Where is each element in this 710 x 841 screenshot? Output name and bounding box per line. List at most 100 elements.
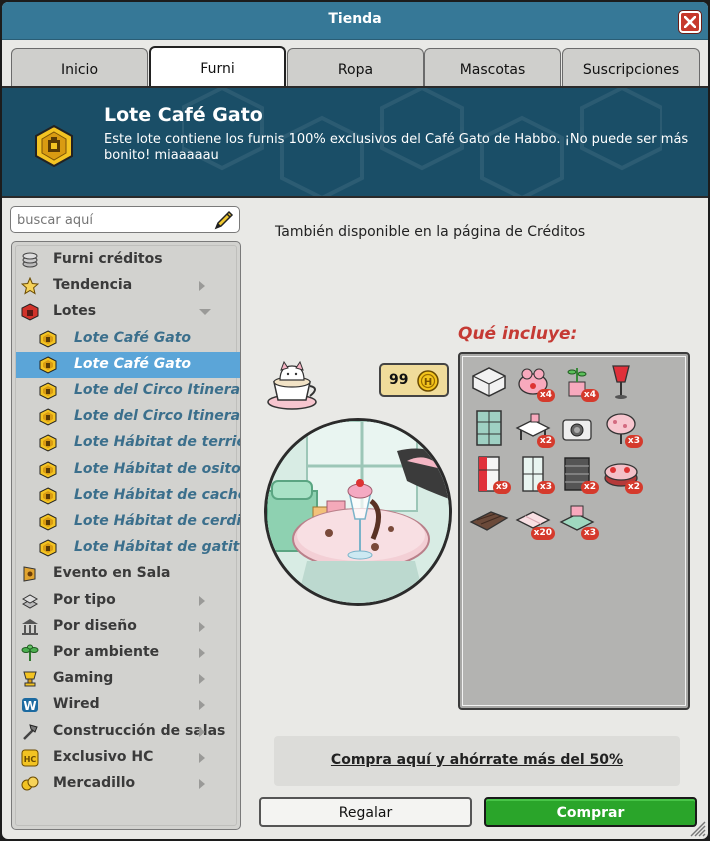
bundle-icon bbox=[39, 434, 57, 452]
tree-item-label: Lote Hábitat de osito pc bbox=[74, 460, 240, 477]
item-count-badge: x3 bbox=[580, 527, 599, 540]
deal-link[interactable]: Compra aquí y ahórrate más del 50% bbox=[274, 752, 680, 768]
category-tree[interactable]: Furni créditos Tendencia Lotes Lote Café Ga… bbox=[11, 241, 241, 830]
tree-item-por-ambiente[interactable]: Por ambiente bbox=[16, 640, 240, 666]
wood-plank-icon bbox=[469, 511, 509, 531]
tab-inicio[interactable]: Inicio bbox=[11, 48, 148, 86]
chevron-right-icon[interactable] bbox=[199, 726, 205, 737]
search-input[interactable] bbox=[17, 211, 197, 229]
resize-grip-icon[interactable] bbox=[686, 817, 706, 837]
tree-item-lote-habitat-de-gatitos[interactable]: Lote Hábitat de gatitos bbox=[16, 535, 240, 561]
included-item[interactable]: x3 bbox=[601, 408, 643, 448]
chevron-right-icon[interactable] bbox=[199, 674, 205, 685]
title-bar[interactable]: Tienda bbox=[2, 2, 708, 40]
bundle-icon bbox=[39, 461, 57, 479]
tree-item-por-tipo[interactable]: Por tipo bbox=[16, 588, 240, 614]
tree-item-lote-del-circo-itinerante[interactable]: Lote del Circo Itinerante bbox=[16, 404, 240, 430]
tree-item-construccion-de-salas[interactable]: Construcción de salas bbox=[16, 719, 240, 745]
tree-item-label: Exclusivo HC bbox=[53, 748, 154, 765]
tree-item-lotes[interactable]: Lotes bbox=[16, 299, 240, 325]
tree-item-lote-habitat-de-cachorr[interactable]: Lote Hábitat de cachorr bbox=[16, 483, 240, 509]
included-items-panel: x4 x4 x2 x3 x9 x3 x2 x2 x20 x3 bbox=[458, 352, 690, 710]
included-item[interactable]: x2 bbox=[513, 408, 555, 448]
included-item[interactable]: x2 bbox=[601, 454, 643, 494]
price-badge: 99 H bbox=[379, 363, 449, 397]
included-item[interactable]: x2 bbox=[557, 454, 599, 494]
search-box[interactable] bbox=[10, 206, 240, 233]
type-icon bbox=[21, 592, 39, 610]
tree-item-lote-habitat-de-cerditos[interactable]: Lote Hábitat de cerditos bbox=[16, 509, 240, 535]
tree-item-label: Construcción de salas bbox=[53, 722, 226, 739]
tree-item-lote-habitat-de-terriers[interactable]: Lote Hábitat de terriers bbox=[16, 430, 240, 456]
tree-item-evento-en-sala[interactable]: Evento en Sala bbox=[16, 561, 240, 587]
tree-item-lote-habitat-de-osito-pc[interactable]: Lote Hábitat de osito pc bbox=[16, 457, 240, 483]
buy-button[interactable]: Comprar bbox=[484, 797, 697, 827]
tree-item-label: Por tipo bbox=[53, 591, 116, 608]
event-icon bbox=[21, 565, 39, 583]
coins-icon bbox=[21, 251, 39, 269]
tab-suscripciones[interactable]: Suscripciones bbox=[562, 48, 700, 86]
item-count-badge: x2 bbox=[624, 481, 643, 494]
tree-item-label: Mercadillo bbox=[53, 775, 136, 791]
included-item[interactable] bbox=[469, 362, 509, 402]
item-count-badge: x4 bbox=[536, 389, 555, 402]
tree-item-label: Lote del Circo Itinerante bbox=[74, 408, 240, 425]
close-button[interactable] bbox=[679, 11, 701, 33]
tree-item-label: Lote Hábitat de terriers bbox=[74, 434, 240, 451]
chevron-right-icon[interactable] bbox=[199, 621, 205, 632]
cat-camera-icon bbox=[562, 419, 592, 441]
item-count-badge: x4 bbox=[580, 389, 599, 402]
item-count-badge: x2 bbox=[580, 481, 599, 494]
chevron-right-icon[interactable] bbox=[199, 779, 205, 789]
tree-item-mercadillo[interactable]: Mercadillo bbox=[16, 771, 240, 797]
page-description: Este lote contiene los furnis 100% exclu… bbox=[104, 132, 689, 163]
included-item[interactable]: x9 bbox=[469, 454, 511, 494]
pencil-icon[interactable] bbox=[213, 209, 235, 231]
tab-mascotas[interactable]: Mascotas bbox=[424, 48, 561, 86]
tab-ropa[interactable]: Ropa bbox=[287, 48, 424, 86]
included-item[interactable] bbox=[469, 500, 509, 540]
included-item[interactable]: x4 bbox=[513, 362, 555, 402]
item-count-badge: x3 bbox=[536, 481, 555, 494]
gift-button[interactable]: Regalar bbox=[259, 797, 472, 827]
tree-item-label: Por diseño bbox=[53, 617, 137, 634]
tree-item-exclusivo-hc[interactable]: HC Exclusivo HC bbox=[16, 745, 240, 771]
bundle-icon bbox=[39, 330, 57, 348]
bundle-icon bbox=[39, 487, 57, 505]
included-item[interactable]: x20 bbox=[513, 500, 555, 540]
chevron-right-icon[interactable] bbox=[199, 281, 205, 292]
tree-item-label: Lote Hábitat de gatitos bbox=[74, 539, 240, 556]
tab-furni[interactable]: Furni bbox=[149, 46, 286, 86]
chevron-right-icon[interactable] bbox=[199, 700, 205, 711]
tree-item-label: Furni créditos bbox=[53, 251, 163, 267]
bundle-icon bbox=[39, 408, 57, 426]
chevron-right-icon[interactable] bbox=[199, 752, 205, 763]
tree-item-wired[interactable]: W Wired bbox=[16, 692, 240, 718]
chevron-right-icon[interactable] bbox=[199, 648, 205, 658]
hc-icon: HC bbox=[21, 749, 39, 767]
tree-item-tendencia[interactable]: Tendencia bbox=[16, 273, 240, 299]
tree-item-gaming[interactable]: Gaming bbox=[16, 666, 240, 692]
tree-item-label: Lote Café Gato bbox=[74, 329, 192, 346]
svg-text:W: W bbox=[23, 699, 36, 713]
tree-item-furni-creditos[interactable]: Furni créditos bbox=[16, 247, 240, 273]
tree-item-lote-del-circo-itinerante[interactable]: Lote del Circo Itinerante bbox=[16, 378, 240, 404]
availability-note: También disponible en la página de Crédi… bbox=[275, 224, 586, 240]
included-item[interactable] bbox=[469, 408, 509, 448]
included-item[interactable]: x4 bbox=[557, 362, 599, 402]
plant-icon bbox=[21, 644, 39, 662]
included-item[interactable]: x3 bbox=[557, 500, 599, 540]
tree-item-lote-cafe-gato[interactable]: Lote Café Gato bbox=[16, 326, 240, 352]
chevron-down-icon[interactable] bbox=[199, 309, 211, 316]
price-amount: 99 bbox=[389, 372, 409, 388]
chevron-right-icon[interactable] bbox=[199, 595, 205, 606]
tree-item-por-diseno[interactable]: Por diseño bbox=[16, 614, 240, 640]
included-item[interactable] bbox=[601, 362, 641, 402]
tree-item-label: Lote Hábitat de cachorr bbox=[74, 486, 240, 503]
shop-window: Tienda Inicio Furni Ropa Mascotas Suscri… bbox=[0, 0, 710, 841]
deal-banner: Compra aquí y ahórrate más del 50% bbox=[274, 736, 680, 786]
included-item[interactable] bbox=[557, 408, 597, 448]
included-item[interactable]: x3 bbox=[513, 454, 555, 494]
close-icon bbox=[684, 16, 696, 28]
tree-item-lote-cafe-gato[interactable]: Lote Café Gato bbox=[16, 351, 240, 378]
